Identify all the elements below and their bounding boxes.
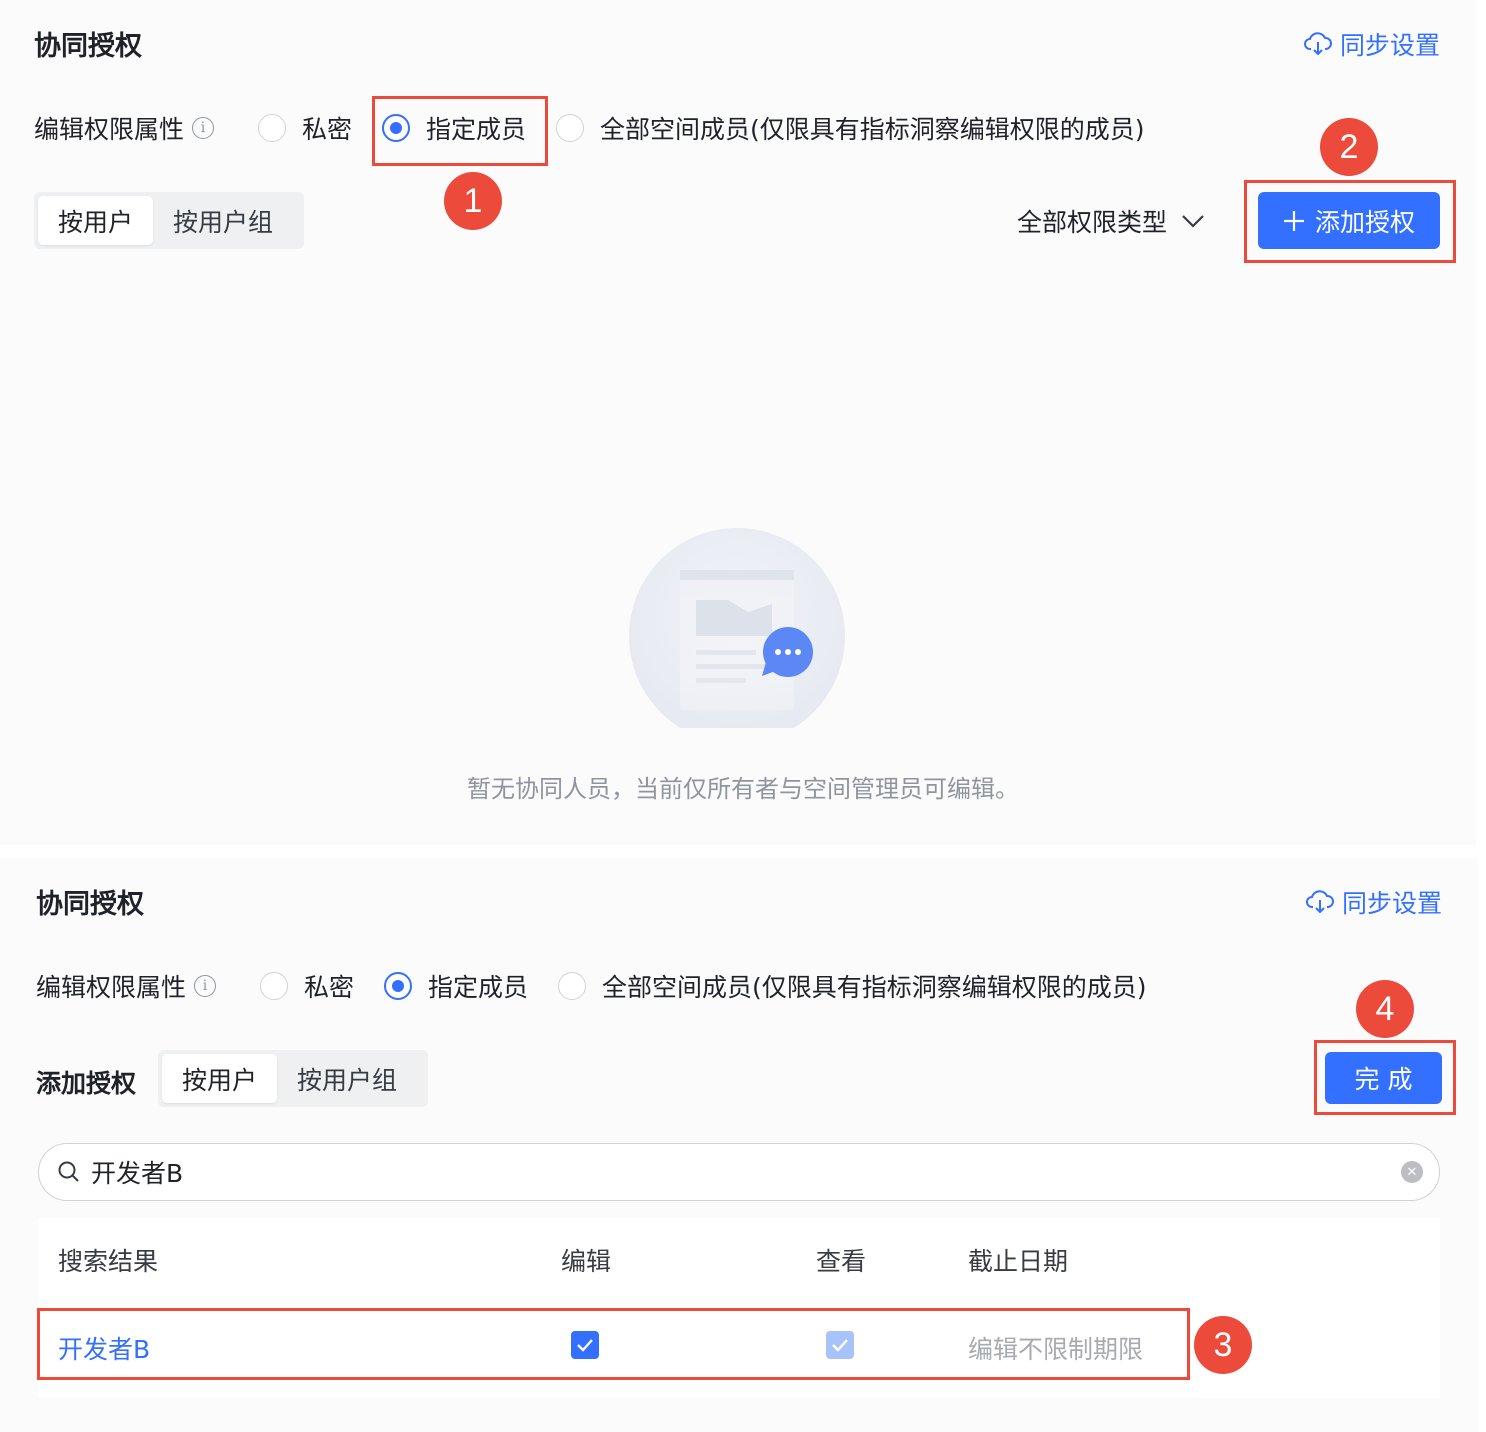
search-input[interactable]: 开发者B ✕ (38, 1143, 1440, 1201)
chevron-down-icon (1182, 215, 1204, 228)
sync-settings-link[interactable]: 同步设置 (1304, 26, 1440, 62)
bottom-panel: 协同授权 同步设置 编辑权限属性 i 私密 指定成员 全部空间成员(仅限具有指标… (0, 858, 1478, 1432)
section-title: 协同授权 (34, 31, 142, 62)
radio-all-members-label: 全部空间成员(仅限具有指标洞察编辑权限的成员) (600, 115, 1145, 144)
sync-settings-label: 同步设置 (1342, 889, 1443, 918)
highlight-box-3 (37, 1308, 1190, 1380)
search-icon (58, 1161, 79, 1182)
edit-permission-row: 编辑权限属性 i 私密 指定成员 全部空间成员(仅限具有指标洞察编辑权限的成员) (36, 966, 1147, 1006)
radio-specified-members[interactable] (384, 972, 413, 1000)
sync-settings-link[interactable]: 同步设置 (1306, 884, 1442, 920)
step-badge-1: 1 (444, 172, 502, 230)
tab-by-user-group[interactable]: 按用户组 (153, 196, 293, 245)
radio-all-members-label: 全部空间成员(仅限具有指标洞察编辑权限的成员) (602, 973, 1147, 1002)
radio-private[interactable] (260, 972, 289, 1000)
highlight-box-1 (372, 96, 548, 166)
search-value: 开发者B (91, 1159, 184, 1188)
radio-all-members[interactable] (556, 114, 585, 142)
tab-by-user[interactable]: 按用户 (38, 196, 154, 245)
tab-switch: 按用户 按用户组 (158, 1050, 428, 1107)
radio-private-label: 私密 (304, 973, 355, 1002)
section-title: 协同授权 (36, 889, 144, 920)
radio-specified-members-label: 指定成员 (428, 973, 529, 1002)
empty-illustration (628, 528, 846, 744)
edit-permission-label: 编辑权限属性 (34, 115, 185, 144)
cloud-download-icon (1306, 890, 1334, 914)
highlight-box-4 (1314, 1040, 1456, 1115)
header-search-result: 搜索结果 (58, 1247, 159, 1276)
header-deadline: 截止日期 (968, 1247, 1069, 1276)
step-badge-2: 2 (1320, 118, 1378, 176)
header-view: 查看 (816, 1247, 867, 1276)
clear-icon[interactable]: ✕ (1401, 1161, 1423, 1183)
info-icon[interactable]: i (194, 975, 217, 997)
sync-settings-label: 同步设置 (1340, 31, 1441, 60)
top-panel: 协同授权 同步设置 编辑权限属性 i 私密 指定成员 全部空间成员(仅限具有指标… (0, 0, 1476, 845)
empty-state-text: 暂无协同人员，当前仅所有者与空间管理员可编辑。 (467, 775, 1019, 803)
radio-private-label: 私密 (302, 115, 353, 144)
tab-by-user-group[interactable]: 按用户组 (277, 1054, 417, 1103)
tab-by-user[interactable]: 按用户 (162, 1054, 278, 1103)
header-edit: 编辑 (561, 1247, 612, 1276)
permission-type-dropdown[interactable]: 全部权限类型 (1017, 203, 1205, 239)
edit-permission-label: 编辑权限属性 (36, 973, 187, 1002)
cloud-download-icon (1304, 32, 1332, 56)
step-badge-4: 4 (1356, 980, 1414, 1038)
step-badge-3: 3 (1194, 1316, 1252, 1374)
permission-type-label: 全部权限类型 (1017, 208, 1168, 237)
tab-switch: 按用户 按用户组 (34, 192, 304, 249)
highlight-box-2 (1244, 180, 1456, 263)
edit-permission-row: 编辑权限属性 i 私密 指定成员 全部空间成员(仅限具有指标洞察编辑权限的成员) (34, 108, 1145, 148)
radio-private[interactable] (258, 114, 287, 142)
radio-all-members[interactable] (558, 972, 587, 1000)
add-authorization-label: 添加授权 (36, 1069, 137, 1098)
info-icon[interactable]: i (192, 117, 215, 139)
